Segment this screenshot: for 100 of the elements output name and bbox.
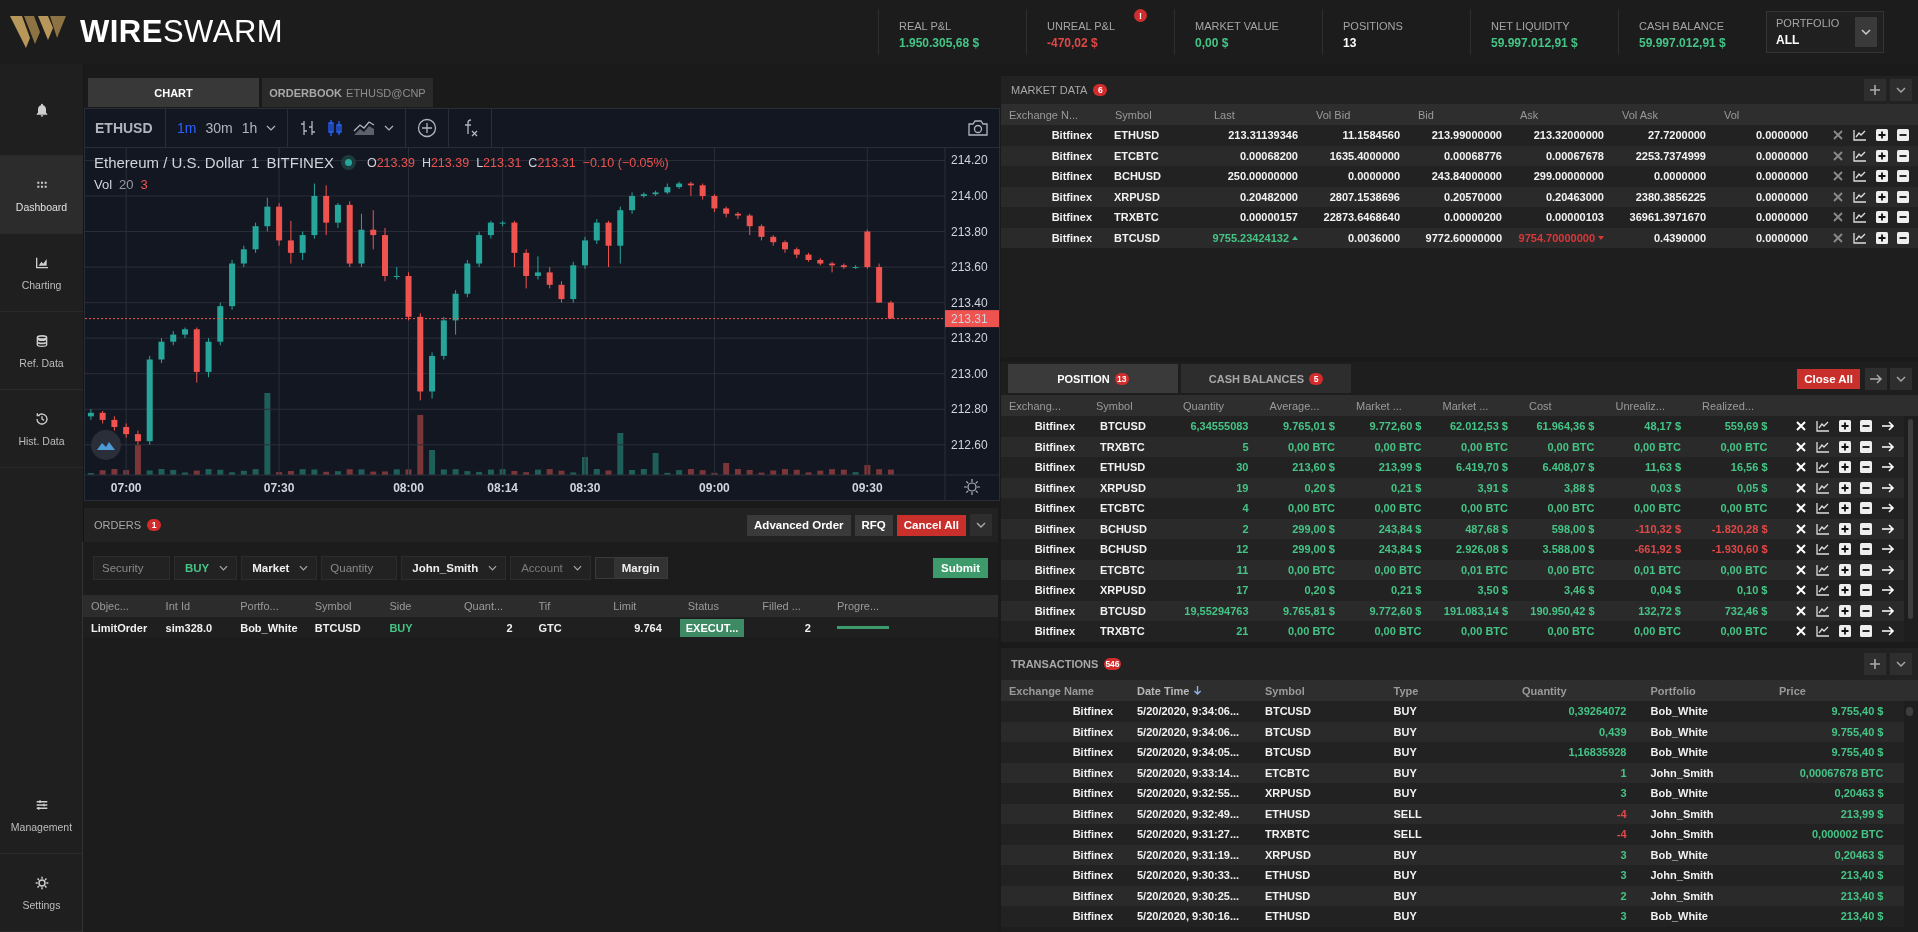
submit-button[interactable]: Submit: [933, 558, 988, 578]
column-header[interactable]: Status: [679, 600, 755, 612]
plus-icon[interactable]: [1838, 461, 1851, 474]
arrow-right-icon[interactable]: [1880, 522, 1895, 535]
column-header[interactable]: Date Time: [1137, 684, 1190, 697]
minus-icon[interactable]: [1897, 231, 1909, 244]
sidebar-item[interactable]: Dashboard: [0, 156, 83, 234]
column-header[interactable]: Tif: [530, 600, 606, 612]
arrow-right-icon[interactable]: [1880, 502, 1895, 515]
cloud-icon[interactable]: [91, 430, 121, 460]
column-header[interactable]: Bid: [1410, 108, 1512, 121]
column-header[interactable]: Symbol: [1088, 399, 1175, 412]
camera-icon[interactable]: [967, 119, 989, 137]
minus-icon[interactable]: [1859, 440, 1872, 453]
line-chart-icon[interactable]: [1815, 502, 1830, 515]
column-header[interactable]: Quant...: [455, 600, 531, 612]
dropdown[interactable]: BUY: [174, 556, 238, 580]
line-chart-icon[interactable]: [1853, 170, 1867, 183]
column-header[interactable]: Symbol: [1102, 108, 1206, 121]
interval-button[interactable]: 30m: [205, 120, 233, 136]
line-chart-icon[interactable]: [1815, 522, 1830, 535]
minus-icon[interactable]: [1897, 149, 1909, 162]
plus-icon[interactable]: [1838, 543, 1851, 556]
line-chart-icon[interactable]: [1815, 543, 1830, 556]
toggle-switch[interactable]: Margin: [594, 557, 669, 579]
arrow-right-icon[interactable]: [1880, 584, 1895, 597]
column-header[interactable]: Portfo...: [232, 600, 307, 612]
line-chart-icon[interactable]: [1815, 604, 1830, 617]
line-chart-icon[interactable]: [1815, 420, 1830, 433]
column-header[interactable]: Quantity: [1522, 684, 1567, 697]
line-chart-icon[interactable]: [1815, 625, 1830, 638]
toolbar-button[interactable]: RFQ: [854, 514, 893, 536]
sidebar-item[interactable]: Charting: [0, 234, 83, 312]
arrow-right-icon[interactable]: [1880, 461, 1895, 474]
toolbar-button[interactable]: Advanced Order: [747, 514, 851, 536]
column-header[interactable]: Int Id: [157, 600, 233, 612]
caret-icon[interactable]: [266, 125, 277, 131]
column-header[interactable]: Price: [1779, 684, 1806, 697]
input-field[interactable]: Quantity: [321, 556, 398, 580]
arrow-right-icon[interactable]: [1880, 440, 1895, 453]
line-chart-icon[interactable]: [1815, 563, 1830, 576]
plus-icon[interactable]: [1838, 440, 1851, 453]
chart-tab[interactable]: CHART: [88, 78, 259, 107]
column-header[interactable]: Type: [1393, 684, 1419, 697]
line-chart-icon[interactable]: [1815, 440, 1830, 453]
add-icon[interactable]: [1864, 79, 1886, 101]
plus-icon[interactable]: [1838, 481, 1851, 494]
plus-icon[interactable]: [1876, 170, 1888, 183]
column-header[interactable]: Progre...: [828, 600, 904, 612]
column-header[interactable]: Unrealiz...: [1607, 399, 1694, 412]
column-header[interactable]: Quantity: [1175, 399, 1262, 412]
toolbar-button[interactable]: Cancel All: [896, 514, 966, 536]
line-chart-icon[interactable]: [1853, 231, 1867, 244]
line-chart-icon[interactable]: [1853, 129, 1867, 142]
symbol-button[interactable]: ETHUSD: [85, 109, 166, 147]
arrow-right-icon[interactable]: [1880, 625, 1895, 638]
minus-icon[interactable]: [1859, 481, 1872, 494]
column-header[interactable]: Symbol: [1265, 684, 1305, 697]
plus-icon[interactable]: [1838, 522, 1851, 535]
column-header[interactable]: Vol: [1716, 108, 1818, 121]
portfolio-select[interactable]: PORTFOLIO ALL: [1766, 11, 1884, 53]
column-header[interactable]: Side: [381, 600, 456, 612]
plus-icon[interactable]: [1838, 420, 1851, 433]
minus-icon[interactable]: [1859, 584, 1872, 597]
column-header[interactable]: Vol Bid: [1308, 108, 1410, 121]
minus-icon[interactable]: [1859, 420, 1872, 433]
sidebar-item[interactable]: Ref. Data: [0, 312, 83, 390]
input-field[interactable]: Security: [93, 556, 170, 580]
plus-icon[interactable]: [1876, 211, 1888, 224]
column-header[interactable]: Objec...: [83, 600, 158, 612]
minus-icon[interactable]: [1859, 604, 1872, 617]
scrollbar[interactable]: [1906, 707, 1913, 716]
column-header[interactable]: Symbol: [306, 600, 382, 612]
interval-button[interactable]: 1h: [241, 120, 258, 136]
bars-style-icon[interactable]: [299, 119, 318, 137]
plus-icon[interactable]: [1876, 190, 1888, 203]
plus-icon[interactable]: [1876, 149, 1888, 162]
dropdown[interactable]: John_Smith: [401, 556, 507, 580]
dropdown[interactable]: Account: [510, 556, 591, 580]
plus-circle-icon[interactable]: [417, 118, 438, 138]
arrow-right-icon[interactable]: [1880, 420, 1895, 433]
minus-icon[interactable]: [1859, 543, 1872, 556]
minus-icon[interactable]: [1859, 461, 1872, 474]
close-all-button[interactable]: Close All: [1797, 368, 1860, 389]
candles-style-icon[interactable]: [326, 119, 345, 137]
plus-icon[interactable]: [1838, 625, 1851, 638]
plus-icon[interactable]: [1838, 584, 1851, 597]
minus-icon[interactable]: [1897, 211, 1909, 224]
minus-icon[interactable]: [1859, 563, 1872, 576]
column-header[interactable]: Vol Ask: [1614, 108, 1716, 121]
minus-icon[interactable]: [1897, 129, 1909, 142]
column-header[interactable]: Last: [1206, 108, 1308, 121]
plus-icon[interactable]: [1876, 129, 1888, 142]
scrollbar[interactable]: [1908, 419, 1913, 619]
dropdown[interactable]: Market: [241, 556, 318, 580]
plus-icon[interactable]: [1838, 604, 1851, 617]
sort-arrow-icon[interactable]: [1193, 685, 1203, 696]
panel-tab[interactable]: CASH BALANCES 5: [1181, 364, 1351, 393]
plus-icon[interactable]: [1838, 563, 1851, 576]
interval-button[interactable]: 1m: [177, 120, 197, 136]
